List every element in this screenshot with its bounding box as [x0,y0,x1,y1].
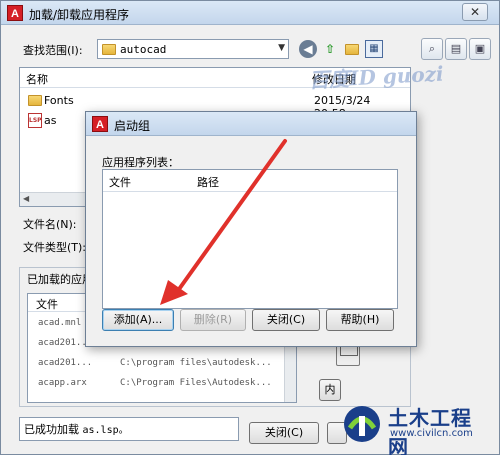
site-logo: 土木工程网 www.civilcn.com [340,400,490,455]
logo-url: www.civilcn.com [390,428,473,439]
annotation-arrow [160,139,287,305]
logo-mark-icon [344,406,380,442]
